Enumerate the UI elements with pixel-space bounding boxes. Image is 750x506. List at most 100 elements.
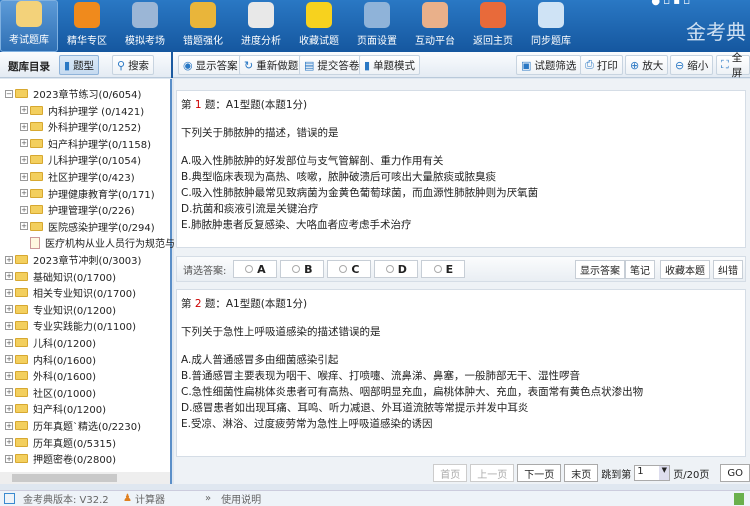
folder-icon <box>15 271 28 281</box>
horizontal-scrollbar[interactable] <box>0 472 170 484</box>
expand-icon[interactable]: + <box>20 172 28 181</box>
expand-icon[interactable]: + <box>5 355 13 364</box>
radio-icon <box>339 265 348 273</box>
window-controls[interactable]: ● ▫ ▪ ▫ <box>651 0 690 7</box>
tree-item[interactable]: + 儿科(0/1200) <box>5 334 96 351</box>
tree-item[interactable]: + 专业实践能力(0/1100) <box>5 317 136 334</box>
calculator-button[interactable]: 计算器 <box>135 491 195 506</box>
go-button[interactable]: GO <box>720 464 750 482</box>
nav-people[interactable]: 互动平台 <box>406 0 464 52</box>
expand-icon[interactable]: + <box>20 189 28 198</box>
nav-monitor[interactable]: 模拟考场 <box>116 0 174 52</box>
question-option: C.吸入性肺脓肿最常见致病菌为金黄色葡萄球菌，而血源性肺脓肿则为厌氧菌 <box>181 187 539 199</box>
tab-type[interactable]: ▮ 题型 <box>59 55 100 75</box>
expand-icon[interactable]: + <box>5 371 13 380</box>
tree-item[interactable]: 医疗机构从业人员行为规范与医 <box>20 234 185 251</box>
zoom-in-button[interactable]: ⊕ 放大 <box>625 55 669 75</box>
folder-icon <box>15 338 28 347</box>
next-page-button[interactable]: 下一页 <box>517 464 562 482</box>
nav-document-stack[interactable]: 考试题库 <box>0 0 58 52</box>
lock-chart-icon <box>190 2 216 28</box>
filter-button[interactable]: ▣ 试题筛选 <box>516 55 582 75</box>
tree-item[interactable]: + 社区护理学(0/423) <box>20 168 135 185</box>
help-link[interactable]: 使用说明 <box>221 491 261 506</box>
zoom-out-button[interactable]: ⊖ 缩小 <box>670 55 714 75</box>
nav-cloud-sync[interactable]: 同步题库 <box>522 0 580 52</box>
expand-icon[interactable]: + <box>20 139 28 148</box>
nav-play[interactable]: 精华专区 <box>58 0 116 52</box>
prev-page-button[interactable]: 上一页 <box>470 464 515 482</box>
tree-item[interactable]: + 内科护理学 (0/1421) <box>20 102 144 119</box>
expand-icon[interactable]: + <box>5 388 13 397</box>
answer-label: 请选答案: <box>183 265 227 277</box>
tree-item[interactable]: + 外科护理学(0/1252) <box>20 118 141 135</box>
jump-label: 跳到第 <box>601 469 632 481</box>
tree-item[interactable]: + 医院感染护理学(0/294) <box>20 218 155 235</box>
question-stem: 下列关于急性上呼吸道感染的描述错误的是 <box>181 326 381 338</box>
last-page-button[interactable]: 末页 <box>564 464 599 482</box>
expand-icon[interactable]: + <box>5 321 13 330</box>
tree-item[interactable]: + 押题密卷(0/2800) <box>5 450 116 467</box>
expand-icon[interactable]: + <box>5 438 13 447</box>
answer-option-b[interactable]: B <box>280 260 325 278</box>
status-bar: 金考典版本: V32.2 ♟ 计算器 » 使用说明 <box>0 490 750 506</box>
tree-item[interactable]: + 内科(0/1600) <box>5 351 96 368</box>
nav-gear[interactable]: 页面设置 <box>348 0 406 52</box>
redo-button[interactable]: ↻ 重新做题 <box>239 55 304 75</box>
show-answer-button[interactable]: ◉ 显示答案 <box>178 55 243 75</box>
top-nav: 考试题库 精华专区 模拟考场 错题强化 进度分析 收藏试题 页面设置 互动平台 返回主页 同步题库 <box>0 0 750 52</box>
tree-item[interactable]: + 基础知识(0/1700) <box>5 268 116 285</box>
report-error-button[interactable]: 纠错 <box>713 260 743 279</box>
tree-item[interactable]: + 儿科护理学(0/1054) <box>20 151 141 168</box>
expand-icon[interactable]: + <box>5 338 13 347</box>
tree-item[interactable]: + 社区(0/1000) <box>5 384 96 401</box>
expand-icon[interactable]: + <box>5 288 13 297</box>
tab-search[interactable]: ⚲ 搜索 <box>112 55 155 75</box>
answer-option-e[interactable]: E <box>421 260 466 278</box>
expand-icon[interactable]: + <box>5 305 13 314</box>
answer-option-a[interactable]: A <box>233 260 278 278</box>
tree-item[interactable]: +2023章节冲刺(0/3003) <box>5 251 141 268</box>
nav-star[interactable]: 收藏试题 <box>290 0 348 52</box>
nav-chart-board[interactable]: 进度分析 <box>232 0 290 52</box>
expand-icon[interactable]: + <box>20 106 28 115</box>
fullscreen-button[interactable]: ⛶ 全屏 <box>716 52 750 79</box>
expand-icon[interactable]: + <box>5 404 13 413</box>
favorite-button[interactable]: 收藏本题 <box>660 260 710 279</box>
page-icon: ▮ <box>364 58 371 72</box>
tree-item[interactable]: + 相关专业知识(0/1700) <box>5 284 136 301</box>
nav-lock-chart[interactable]: 错题强化 <box>174 0 232 52</box>
answer-option-c[interactable]: C <box>327 260 372 278</box>
answer-bar: 请选答案: ABCDE 显示答案 笔记 收藏本题 纠错 <box>176 256 746 282</box>
collapse-icon[interactable]: − <box>5 89 13 98</box>
note-button[interactable]: 笔记 <box>625 260 655 279</box>
brand-logo: 金考典 <box>686 20 746 44</box>
expand-icon[interactable]: + <box>5 272 13 281</box>
tree-item[interactable]: + 护理健康教育学(0/171) <box>20 185 155 202</box>
expand-icon[interactable]: + <box>5 421 13 430</box>
single-mode-button[interactable]: ▮ 单题模式 <box>359 55 421 75</box>
tree-item[interactable]: + 外科(0/1600) <box>5 367 96 384</box>
expand-icon[interactable]: + <box>20 122 28 131</box>
print-button[interactable]: ⎙ 打印 <box>580 55 623 75</box>
expand-icon[interactable]: + <box>5 255 13 264</box>
folder-icon <box>30 172 43 181</box>
show-answer-button[interactable]: 显示答案 <box>575 260 625 279</box>
folder-icon <box>15 288 28 298</box>
first-page-button[interactable]: 首页 <box>433 464 468 482</box>
tree-item[interactable]: + 历年真题(0/5315) <box>5 434 116 451</box>
answer-option-d[interactable]: D <box>374 260 419 278</box>
expand-icon[interactable]: + <box>20 205 28 214</box>
tree-item[interactable]: + 妇产科(0/1200) <box>5 400 106 417</box>
tree-item[interactable]: −2023章节练习(0/6054) <box>5 85 141 102</box>
tree-item[interactable]: + 妇产科护理学(0/1158) <box>20 135 151 152</box>
tree-item[interactable]: + 护理管理学(0/226) <box>20 201 135 218</box>
expand-icon[interactable]: + <box>20 155 28 164</box>
expand-icon[interactable]: + <box>5 454 13 463</box>
submit-button[interactable]: ▤ 提交答卷 <box>299 55 365 75</box>
tree-item[interactable]: + 历年真题`精选(0/2230) <box>5 417 141 434</box>
expand-icon[interactable]: + <box>20 222 28 231</box>
tree-item[interactable]: + 专业知识(0/1200) <box>5 301 116 318</box>
page-select[interactable]: 1 ▼ <box>634 465 671 481</box>
nav-home[interactable]: 返回主页 <box>464 0 522 52</box>
